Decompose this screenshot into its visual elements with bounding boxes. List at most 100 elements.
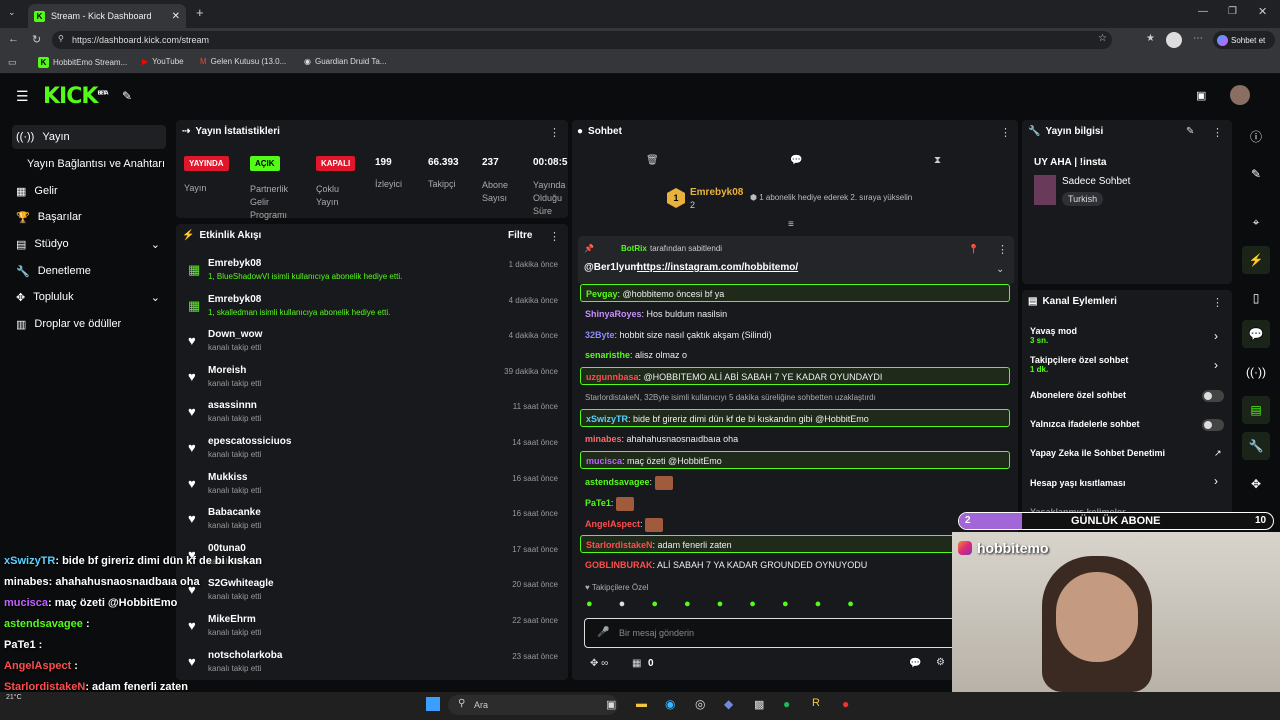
sidebar-item-gelir[interactable]: ▦ Gelir <box>12 179 166 203</box>
bookmark-guardian-druid[interactable]: ◉ Guardian Druid Ta... <box>304 57 386 66</box>
reading-list-icon[interactable]: ▭ <box>8 57 17 68</box>
bookmark-gmail[interactable]: M Gelen Kutusu (13.0... <box>200 57 286 66</box>
weather-widget[interactable]: 21°C <box>6 694 22 701</box>
chat-settings-icon[interactable]: ⚙ <box>936 657 945 668</box>
chat-username[interactable]: ShinyaRoyes <box>585 309 642 319</box>
top-gifter-name[interactable]: Emrebyk08 <box>690 187 743 198</box>
emotes-only-toggle[interactable] <box>1202 419 1224 431</box>
activity-event[interactable]: ▦ Emrebyk08 1, skalledman isimli kullanıcı… <box>186 294 560 328</box>
expand-icon[interactable]: ⌄ <box>996 264 1004 275</box>
emote-icon[interactable]: ● <box>815 598 822 614</box>
minimize-icon[interactable]: — <box>1198 6 1208 17</box>
chat-username[interactable]: GOBLINBURAK <box>585 560 653 570</box>
sidebar-item-studyo[interactable]: ▤ Stüdyo ⌄ <box>12 232 166 256</box>
community-icon[interactable]: ✥ <box>1242 470 1270 498</box>
chat-message[interactable]: GOBLINBURAK: ALİ SABAH 7 YA KADAR GROUND… <box>580 556 1010 574</box>
emote-icon[interactable]: ● <box>749 598 756 614</box>
mic-icon[interactable]: 🎤 <box>597 627 609 638</box>
activity-event[interactable]: ♥ MikeEhrm kanalı takip etti 22 saat önce <box>186 614 560 648</box>
user-avatar[interactable] <box>1230 85 1250 105</box>
activity-event[interactable]: ♥ epescatossiciuos kanalı takip etti 14 saa… <box>186 436 560 470</box>
emote-icon[interactable]: ● <box>651 598 658 614</box>
document-icon[interactable]: ▯ <box>1242 284 1270 312</box>
pinned-link[interactable]: https://instagram.com/hobbitemo/ <box>637 262 798 273</box>
windows-start-icon[interactable] <box>426 697 440 711</box>
chat-bubble-icon[interactable]: 💬 <box>790 155 802 166</box>
url-field[interactable]: https://dashboard.kick.com/stream <box>52 31 1112 49</box>
kick-logo[interactable]: KICKBETA <box>43 84 109 109</box>
gift-icon[interactable]: ▦ <box>632 658 641 669</box>
favorites-icon[interactable]: ★ <box>1146 33 1155 44</box>
maximize-icon[interactable]: ❐ <box>1228 6 1237 17</box>
trash-icon[interactable]: 🗑 <box>646 155 659 166</box>
file-explorer-icon[interactable]: ▬ <box>636 698 647 710</box>
chat-message[interactable]: senaristhe: alisz olmaz o <box>580 346 1010 364</box>
new-tab-icon[interactable]: + <box>196 5 204 20</box>
chat-message[interactable]: PaTe1: <box>580 494 1010 512</box>
tab-list-icon[interactable]: ⌄ <box>8 7 16 18</box>
filter-button[interactable]: Filtre <box>508 230 532 241</box>
emote-icon[interactable]: ● <box>586 598 593 614</box>
activity-menu-icon[interactable]: ⋮ <box>549 230 560 243</box>
favorite-star-icon[interactable]: ☆ <box>1098 33 1107 44</box>
chat-username[interactable]: AngelAspect <box>585 519 640 529</box>
lightning-icon[interactable]: ⚡ <box>1242 246 1270 274</box>
broadcast-icon[interactable]: ((·)) <box>1242 358 1270 386</box>
edge-icon[interactable]: ◉ <box>665 697 675 711</box>
close-window-icon[interactable]: ✕ <box>1258 5 1267 18</box>
chat-username[interactable]: xSwizyTR <box>586 414 628 424</box>
channel-actions-menu-icon[interactable]: ⋮ <box>1212 296 1223 309</box>
chat-username[interactable]: uzgunnbasa <box>586 372 639 382</box>
emote-icon[interactable]: ● <box>684 598 691 614</box>
activity-event[interactable]: ♥ Mukkiss kanalı takip etti 16 saat önce <box>186 472 560 506</box>
dashboard-toggle-icon[interactable]: ▣ <box>1196 89 1206 102</box>
sidebar-item-stream-key[interactable]: Yayın Bağlantısı ve Anahtarı <box>12 152 166 176</box>
wrench-icon[interactable]: 🔧 <box>1242 432 1270 460</box>
chat-username[interactable]: PaTe1 <box>585 498 611 508</box>
copilot-button[interactable]: Sohbet et <box>1213 31 1275 49</box>
account-age-row[interactable]: Hesap yaşı kısıtlaması <box>1030 478 1226 488</box>
chevron-right-icon[interactable]: › <box>1214 329 1218 343</box>
sidebar-item-yayin[interactable]: ((·)) Yayın <box>12 125 166 149</box>
rockstar-icon[interactable]: R <box>812 697 820 709</box>
info-icon[interactable]: ⓘ <box>1242 122 1270 150</box>
layout-icon[interactable]: ▤ <box>1242 396 1270 424</box>
browser-tab[interactable]: K Stream - Kick Dashboard ✕ <box>28 4 186 28</box>
followers-only-row[interactable]: Takipçilere özel sohbet 1 dk. <box>1030 355 1226 374</box>
chat-input[interactable]: 🎤 Bir mesaj gönderin <box>584 618 964 648</box>
activity-event[interactable]: ♥ Moreish kanalı takip etti 39 dakika önce <box>186 365 560 399</box>
profile-avatar[interactable] <box>1166 32 1182 48</box>
chat-username[interactable]: senaristhe <box>585 350 630 360</box>
site-info-icon[interactable]: ⚲ <box>58 34 64 43</box>
pinned-menu-icon[interactable]: ⋮ <box>997 243 1008 256</box>
emote-icon[interactable]: ● <box>782 598 789 614</box>
chat-message[interactable]: uzgunnbasa: @HOBBITEMO ALİ ABİ SABAH 7 Y… <box>580 367 1010 385</box>
chat-message[interactable]: ShinyaRoyes: Hos buldum nasilsin <box>580 305 1010 323</box>
chevron-right-icon[interactable]: › <box>1214 358 1218 372</box>
chat-message[interactable]: 32Byte: hobbit size nasıl çaktık akşam (… <box>580 326 1010 344</box>
chevron-right-icon[interactable]: › <box>1214 474 1218 488</box>
chat-message[interactable]: StarlordistakeN, 32Byte isimli kullanıcı… <box>580 388 1010 406</box>
back-icon[interactable]: ← <box>8 33 19 45</box>
app-icon[interactable]: ▩ <box>754 698 764 711</box>
reload-icon[interactable]: ↻ <box>32 33 41 46</box>
slow-mode-row[interactable]: Yavaş mod 3 sn. <box>1030 326 1226 345</box>
chat-message[interactable]: AngelAspect: <box>580 515 1010 533</box>
chat-username[interactable]: StarlordistakeN <box>586 540 653 550</box>
task-view-icon[interactable]: ▣ <box>606 698 616 711</box>
wrench-icon[interactable]: ✎ <box>122 89 132 103</box>
chat-username[interactable]: 32Byte <box>585 330 615 340</box>
more-menu-icon[interactable]: ⋯ <box>1193 33 1203 44</box>
chat-message[interactable]: mucisca: maç özeti @HobbitEmo <box>580 451 1010 469</box>
category-name[interactable]: Sadece Sohbet <box>1062 176 1130 187</box>
bookmark-youtube[interactable]: ▶ YouTube <box>142 57 184 66</box>
sidebar-item-basarilar[interactable]: 🏆 Başarılar <box>12 205 166 229</box>
discord-icon[interactable]: ◆ <box>724 697 733 711</box>
stream-info-menu-icon[interactable]: ⋮ <box>1212 126 1223 139</box>
subscribers-only-toggle[interactable] <box>1202 390 1224 402</box>
spotify-icon[interactable]: ● <box>783 697 790 711</box>
external-link-icon[interactable]: ↗ <box>1214 448 1222 459</box>
chat-message[interactable]: minabes: ahahahusnaosnaıdbaıa oha <box>580 430 1010 448</box>
activity-event[interactable]: ♥ notscholarkoba kanalı takip etti 23 saat … <box>186 650 560 684</box>
chat-message[interactable]: Pevgay: @hobbitemo öncesi bf ya <box>580 284 1010 302</box>
